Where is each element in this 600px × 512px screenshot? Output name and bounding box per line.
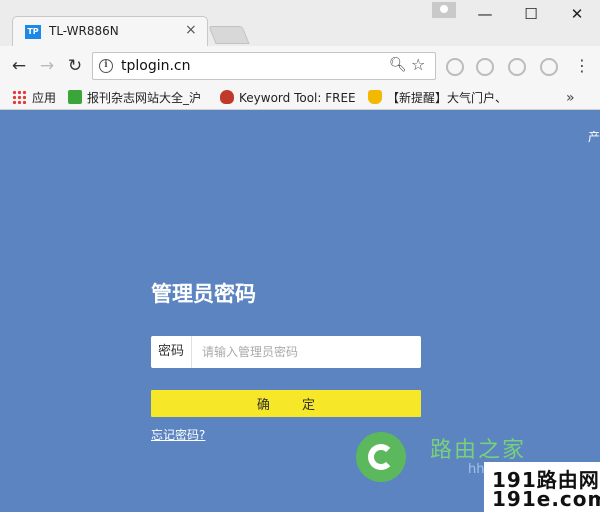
tab-title: TL-WR886N <box>49 24 119 38</box>
bookmark-label: Keyword Tool: FREE <box>239 91 356 105</box>
tp-link-favicon-icon: TP <box>25 25 41 39</box>
forward-button[interactable]: → <box>36 56 58 76</box>
watermark-logo-icon <box>356 432 406 482</box>
bookmark-label: 应用 <box>32 91 57 105</box>
apps-grid-icon <box>12 90 26 104</box>
profile-icon[interactable] <box>432 2 456 18</box>
bookmark-item[interactable]: 报刊杂志网站大全_沪 <box>68 88 201 108</box>
zoom-icon[interactable]: 🔍︎ <box>389 57 407 73</box>
bookmark-apps[interactable]: 应用 <box>12 88 56 108</box>
browser-tab[interactable]: TP TL-WR886N × <box>12 16 208 46</box>
watermark-url: hh <box>468 462 485 477</box>
flame-icon <box>220 90 234 104</box>
bookmark-item[interactable]: Keyword Tool: FREE <box>220 88 356 108</box>
watermark-text: 路由之家 <box>430 438 527 463</box>
bookmark-star-icon[interactable]: ☆ <box>411 55 425 74</box>
forgot-password-link[interactable]: 忘记密码? <box>151 426 205 443</box>
close-window-button[interactable]: ✕ <box>562 4 592 24</box>
page-title: 管理员密码 <box>151 282 256 306</box>
green-c-icon <box>68 90 82 104</box>
reload-button[interactable]: ↻ <box>64 56 86 76</box>
maximize-button[interactable]: ☐ <box>516 4 546 24</box>
minimize-button[interactable]: — <box>470 4 500 24</box>
password-input[interactable] <box>193 336 419 368</box>
password-field-group: 密码 <box>151 336 421 368</box>
extension-shield-icon[interactable] <box>476 58 494 76</box>
extension-pen-icon[interactable] <box>446 58 464 76</box>
corner-text[interactable]: 产 <box>588 128 600 145</box>
tab-close-icon[interactable]: × <box>185 22 197 38</box>
extension-grid2-icon[interactable] <box>540 58 558 76</box>
bookmarks-more-icon[interactable]: » <box>566 88 575 108</box>
trophy-icon <box>368 90 382 104</box>
watermark-badge-line2: 191e.com <box>492 487 600 511</box>
new-tab-button[interactable] <box>208 26 250 44</box>
address-bar[interactable]: i tplogin.cn 🔍︎ ☆ <box>92 52 436 80</box>
bookmark-label: 【新提醒】大气门户、 <box>387 91 508 105</box>
confirm-button[interactable]: 确 定 <box>151 390 421 417</box>
router-login-page: 产 管理员密码 密码 确 定 忘记密码? 路由之家 hh 191路由网 191e… <box>0 110 600 512</box>
back-button[interactable]: ← <box>8 56 30 76</box>
bookmarks-bar: 应用 报刊杂志网站大全_沪 Keyword Tool: FREE 【新提醒】大气… <box>0 86 600 110</box>
site-info-icon[interactable]: i <box>99 59 113 73</box>
url-text[interactable]: tplogin.cn <box>121 58 191 74</box>
browser-menu-icon[interactable]: ⋮ <box>574 55 590 77</box>
bookmark-item[interactable]: 【新提醒】大气门户、 <box>368 88 507 108</box>
browser-toolbar: ← → ↻ i tplogin.cn 🔍︎ ☆ ⋮ <box>0 46 600 86</box>
watermark-badge: 191路由网 191e.com <box>484 462 600 512</box>
browser-titlebar: TP TL-WR886N × — ☐ ✕ <box>0 0 600 46</box>
bookmark-label: 报刊杂志网站大全_沪 <box>87 91 202 105</box>
extension-grid-icon[interactable] <box>508 58 526 76</box>
password-label: 密码 <box>151 336 192 368</box>
